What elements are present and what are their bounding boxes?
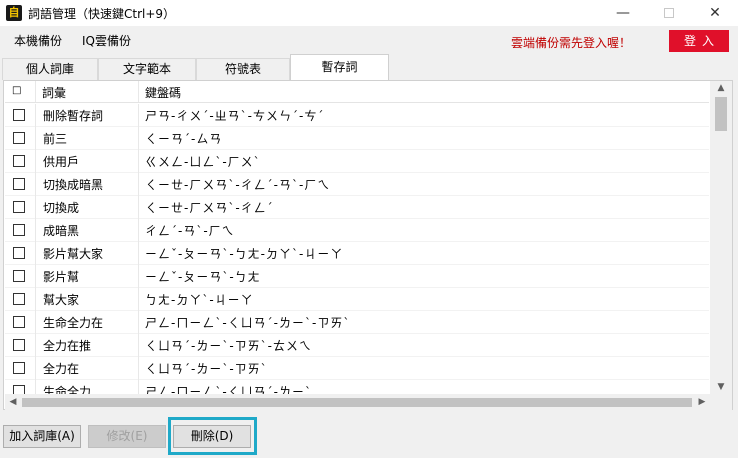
row-word: 全力在推 [43, 339, 92, 353]
row-keycode: ㄑㄩㄢˊ-ㄌㄧˋ-ㄗㄞˋ-ㄊㄨㄟ [145, 339, 312, 353]
row-keycode: ㄕㄥ-ㄇㄧㄥˋ-ㄑㄩㄢˊ-ㄌㄧˋ [145, 385, 312, 394]
table-row[interactable]: 生命全力 ㄕㄥ-ㄇㄧㄥˋ-ㄑㄩㄢˊ-ㄌㄧˋ [5, 380, 709, 394]
row-keycode: ㄑㄩㄢˊ-ㄌㄧˋ-ㄗㄞˋ [145, 362, 268, 376]
title-bar: 自 詞語管理（快速鍵Ctrl+9） — ✕ [0, 0, 738, 26]
column-divider [138, 81, 139, 102]
table-row[interactable]: 供用戶 ㄍㄨㄥ-ㄩㄥˋ-ㄏㄨˋ [5, 150, 709, 173]
column-header-word[interactable]: 詞彙 [42, 84, 66, 101]
scrollbar-corner [710, 394, 732, 410]
row-word: 前三 [43, 132, 68, 146]
menu-iq-cloud-backup[interactable]: IQ雲備份 [82, 32, 131, 49]
row-word: 供用戶 [43, 155, 80, 169]
vertical-scrollbar[interactable]: ▲ ▼ [710, 81, 732, 394]
row-checkbox[interactable] [13, 178, 25, 190]
word-list-panel: □ 詞彙 鍵盤碼 刪除暫存詞 ㄕㄢ-ㄔㄨˊ-ㄓㄢˋ-ㄘㄨㄣˊ-ㄘˊ 前三 ㄑㄧㄢˊ-… [3, 80, 733, 410]
table-row[interactable]: 切換成 ㄑㄧㄝ-ㄏㄨㄢˋ-ㄔㄥˊ [5, 196, 709, 219]
login-button[interactable]: 登入 [669, 30, 729, 52]
row-checkbox[interactable] [13, 201, 25, 213]
row-word: 幫大家 [43, 293, 80, 307]
add-to-dictionary-button[interactable]: 加入詞庫(A) [3, 425, 81, 448]
row-checkbox[interactable] [13, 316, 25, 328]
table-row[interactable]: 全力在推 ㄑㄩㄢˊ-ㄌㄧˋ-ㄗㄞˋ-ㄊㄨㄟ [5, 334, 709, 357]
row-keycode: ㄕㄥ-ㄇㄧㄥˋ-ㄑㄩㄢˊ-ㄌㄧˋ-ㄗㄞˋ [145, 316, 351, 330]
column-header-keycode[interactable]: 鍵盤碼 [145, 84, 181, 101]
table-row[interactable]: 成暗黑 ㄔㄥˊ-ㄢˋ-ㄏㄟ [5, 219, 709, 242]
column-divider [35, 81, 36, 102]
row-keycode: ㄑㄧㄝ-ㄏㄨㄢˋ-ㄔㄥˊ-ㄢˋ-ㄏㄟ [145, 178, 331, 192]
table-row[interactable]: 幫大家 ㄅㄤ-ㄉㄚˋ-ㄐㄧㄚ [5, 288, 709, 311]
minimize-button[interactable]: — [600, 0, 646, 26]
row-word: 影片幫 [43, 270, 80, 284]
scroll-left-arrow-icon[interactable]: ◀ [5, 394, 21, 410]
scroll-right-arrow-icon[interactable]: ▶ [694, 394, 710, 410]
window-title: 詞語管理（快速鍵Ctrl+9） [28, 7, 176, 21]
row-checkbox[interactable] [13, 155, 25, 167]
menu-bar: 本機備份 IQ雲備份 雲端備份需先登入喔！ [0, 28, 738, 54]
row-keycode: ㄔㄥˊ-ㄢˋ-ㄏㄟ [145, 224, 235, 238]
row-keycode: ㄅㄤ-ㄉㄚˋ-ㄐㄧㄚ [145, 293, 254, 307]
row-word: 刪除暫存詞 [43, 109, 104, 123]
edit-button[interactable]: 修改(E) [88, 425, 166, 448]
table-body: 刪除暫存詞 ㄕㄢ-ㄔㄨˊ-ㄓㄢˋ-ㄘㄨㄣˊ-ㄘˊ 前三 ㄑㄧㄢˊ-ㄙㄢ 供用戶 ㄍㄨㄥ… [5, 104, 709, 394]
table-row[interactable]: 刪除暫存詞 ㄕㄢ-ㄔㄨˊ-ㄓㄢˋ-ㄘㄨㄣˊ-ㄘˊ [5, 104, 709, 127]
table-header: □ 詞彙 鍵盤碼 [5, 81, 709, 103]
app-icon: 自 [6, 5, 22, 21]
horizontal-scroll-thumb[interactable] [22, 398, 692, 407]
table-row[interactable]: 切換成暗黑 ㄑㄧㄝ-ㄏㄨㄢˋ-ㄔㄥˊ-ㄢˋ-ㄏㄟ [5, 173, 709, 196]
row-checkbox[interactable] [13, 293, 25, 305]
row-keycode: ㄕㄢ-ㄔㄨˊ-ㄓㄢˋ-ㄘㄨㄣˊ-ㄘˊ [145, 109, 325, 123]
row-checkbox[interactable] [13, 247, 25, 259]
vertical-scroll-thumb[interactable] [715, 97, 727, 131]
scroll-up-arrow-icon[interactable]: ▲ [710, 81, 732, 95]
row-keycode: ㄍㄨㄥ-ㄩㄥˋ-ㄏㄨˋ [145, 155, 261, 169]
cloud-login-notice: 雲端備份需先登入喔！ [511, 36, 632, 50]
row-word: 成暗黑 [43, 224, 80, 238]
row-checkbox[interactable] [13, 339, 25, 351]
row-word: 切換成暗黑 [43, 178, 104, 192]
column-divider [138, 104, 139, 394]
select-all-checkbox-header[interactable]: □ [12, 85, 21, 96]
tab-strip: 個人詞庫 文字範本 符號表 暫存詞 [0, 54, 738, 80]
table-row[interactable]: 生命全力在 ㄕㄥ-ㄇㄧㄥˋ-ㄑㄩㄢˊ-ㄌㄧˋ-ㄗㄞˋ [5, 311, 709, 334]
menu-local-backup[interactable]: 本機備份 [14, 32, 62, 49]
row-word: 影片幫大家 [43, 247, 104, 261]
horizontal-scrollbar[interactable]: ◀ ▶ [5, 394, 710, 410]
table-row[interactable]: 全力在 ㄑㄩㄢˊ-ㄌㄧˋ-ㄗㄞˋ [5, 357, 709, 380]
row-keycode: ㄧㄥˇ-ㄆㄧㄢˋ-ㄅㄤ [145, 270, 261, 284]
tab-temporary-words[interactable]: 暫存詞 [290, 54, 389, 80]
column-divider [35, 104, 36, 394]
scroll-down-arrow-icon[interactable]: ▼ [710, 380, 732, 394]
row-keycode: ㄧㄥˇ-ㄆㄧㄢˋ-ㄅㄤ-ㄉㄚˋ-ㄐㄧㄚ [145, 247, 344, 261]
tab-personal-dictionary[interactable]: 個人詞庫 [2, 58, 98, 80]
row-checkbox[interactable] [13, 109, 25, 121]
row-checkbox[interactable] [13, 270, 25, 282]
row-checkbox[interactable] [13, 224, 25, 236]
row-checkbox[interactable] [13, 385, 25, 394]
row-word: 切換成 [43, 201, 80, 215]
close-button[interactable]: ✕ [692, 0, 738, 26]
table-row[interactable]: 影片幫 ㄧㄥˇ-ㄆㄧㄢˋ-ㄅㄤ [5, 265, 709, 288]
row-checkbox[interactable] [13, 362, 25, 374]
delete-button-highlight [168, 417, 257, 455]
tab-symbol-table[interactable]: 符號表 [196, 58, 290, 80]
maximize-button[interactable] [646, 0, 692, 26]
table-row[interactable]: 前三 ㄑㄧㄢˊ-ㄙㄢ [5, 127, 709, 150]
row-checkbox[interactable] [13, 132, 25, 144]
tab-text-templates[interactable]: 文字範本 [98, 58, 196, 80]
row-word: 生命全力 [43, 385, 92, 394]
row-keycode: ㄑㄧㄢˊ-ㄙㄢ [145, 132, 223, 146]
row-word: 全力在 [43, 362, 80, 376]
row-word: 生命全力在 [43, 316, 104, 330]
maximize-icon [664, 8, 674, 18]
row-keycode: ㄑㄧㄝ-ㄏㄨㄢˋ-ㄔㄥˊ [145, 201, 274, 215]
table-row[interactable]: 影片幫大家 ㄧㄥˇ-ㄆㄧㄢˋ-ㄅㄤ-ㄉㄚˋ-ㄐㄧㄚ [5, 242, 709, 265]
